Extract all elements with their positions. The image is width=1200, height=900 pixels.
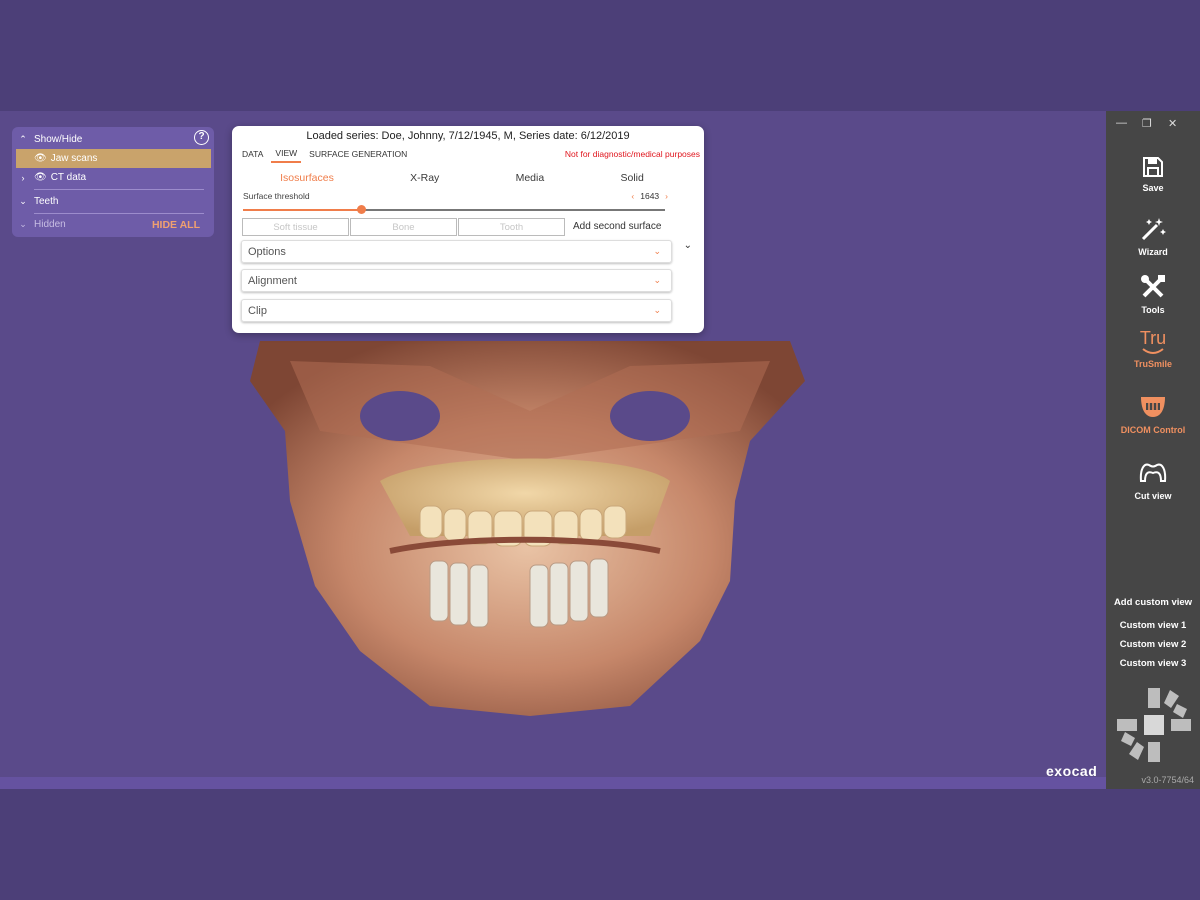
section-label: Clip xyxy=(248,304,267,317)
help-icon[interactable]: ? xyxy=(194,130,209,145)
cut-view-icon xyxy=(1139,463,1167,482)
trusmile-icon: Tru xyxy=(1137,329,1169,355)
bottom-strip xyxy=(0,777,1106,789)
sidebar-item-teeth[interactable]: ⌄ Teeth xyxy=(12,192,214,211)
tab-data[interactable]: DATA xyxy=(242,148,263,163)
add-custom-view-button[interactable]: Add custom view xyxy=(1106,597,1200,608)
tooth-button[interactable]: Tooth xyxy=(458,218,565,236)
minimize-icon[interactable]: — xyxy=(1116,117,1127,129)
sidebar-item-jaw-scans[interactable]: 👁 Jaw scans xyxy=(16,149,211,168)
section-label: Options xyxy=(248,245,286,258)
chevron-down-icon[interactable]: ⌄ xyxy=(12,219,34,230)
tool-label: Cut view xyxy=(1134,491,1172,501)
series-panel: Loaded series: Doe, Johnny, 7/12/1945, M… xyxy=(232,126,704,333)
slider-thumb[interactable] xyxy=(357,205,367,214)
clip-section[interactable]: Clip ⌄ xyxy=(241,299,672,322)
save-icon xyxy=(1143,157,1163,177)
custom-view-1[interactable]: Custom view 1 xyxy=(1106,620,1200,631)
3d-viewport[interactable] xyxy=(230,321,820,721)
tab-bar: DATA VIEW SURFACE GENERATION xyxy=(242,148,419,163)
tools-button[interactable]: Tools xyxy=(1106,273,1200,315)
tool-label: Tools xyxy=(1141,305,1165,315)
tools-icon xyxy=(1141,275,1165,298)
cut-view-button[interactable]: Cut view xyxy=(1106,459,1200,501)
wizard-button[interactable]: Wizard xyxy=(1106,215,1200,257)
section-label: Alignment xyxy=(248,274,297,287)
mode-solid[interactable]: Solid xyxy=(620,172,643,184)
chevron-down-icon: ⌄ xyxy=(653,275,661,285)
right-toolbar: — ❐ ✕ Save Wizard Tools Tru TruSmile DIC… xyxy=(1106,111,1200,789)
tool-label: DICOM Control xyxy=(1120,425,1186,435)
soft-tissue-button[interactable]: Soft tissue xyxy=(242,218,349,236)
eye-icon[interactable]: 👁 xyxy=(34,172,47,183)
save-button[interactable]: Save xyxy=(1106,155,1200,193)
threshold-slider[interactable] xyxy=(243,205,665,214)
tab-view[interactable]: VIEW xyxy=(271,148,302,163)
mode-x-ray[interactable]: X-Ray xyxy=(410,172,439,184)
surface-threshold-label: Surface threshold xyxy=(243,191,310,201)
show-hide-header[interactable]: ⌃ Show/Hide xyxy=(12,130,214,149)
chevron-right-icon[interactable]: › xyxy=(12,173,34,183)
tab-surface-generation[interactable]: SURFACE GENERATION xyxy=(309,148,407,163)
trusmile-button[interactable]: Tru TruSmile xyxy=(1106,329,1200,369)
hide-all-button[interactable]: HIDE ALL xyxy=(152,219,200,231)
chevron-down-icon[interactable]: ⌄ xyxy=(12,196,34,207)
chevron-up-icon: ⌃ xyxy=(19,134,27,144)
chevron-down-icon: ⌄ xyxy=(653,246,661,256)
custom-view-2[interactable]: Custom view 2 xyxy=(1106,639,1200,650)
dicom-icon xyxy=(1141,397,1165,417)
sidebar-item-ct-data[interactable]: › 👁 CT data xyxy=(12,168,214,187)
wizard-icon xyxy=(1141,218,1166,241)
show-hide-panel: ⌃ Show/Hide ? 👁 Jaw scans › 👁 CT data ⌄ … xyxy=(12,127,214,237)
sidebar-item-label: Hidden xyxy=(34,219,66,230)
chevron-right-icon[interactable]: › xyxy=(665,191,668,201)
sidebar-item-label: Jaw scans xyxy=(50,153,98,164)
add-second-surface-button[interactable]: Add second surface xyxy=(573,221,661,232)
jaw-model xyxy=(250,341,805,716)
custom-view-3[interactable]: Custom view 3 xyxy=(1106,658,1200,669)
sidebar-item-label: Teeth xyxy=(34,196,59,207)
bone-button[interactable]: Bone xyxy=(350,218,457,236)
tool-label: Save xyxy=(1142,183,1164,193)
chevron-left-icon[interactable]: ‹ xyxy=(631,191,634,201)
smile-icon xyxy=(1142,348,1164,354)
restore-icon[interactable]: ❐ xyxy=(1142,117,1152,130)
dicom-control-button[interactable]: DICOM Control xyxy=(1106,393,1200,435)
version-label: v3.0-7754/64 xyxy=(1141,775,1194,785)
show-hide-title: Show/Hide xyxy=(34,134,83,145)
series-title: Loaded series: Doe, Johnny, 7/12/1945, M… xyxy=(306,130,630,142)
chevron-down-icon[interactable]: ⌄ xyxy=(684,240,692,251)
app-window: ⌃ Show/Hide ? 👁 Jaw scans › 👁 CT data ⌄ … xyxy=(0,111,1200,789)
sidebar-item-label: CT data xyxy=(50,172,87,183)
tool-label: TruSmile xyxy=(1133,359,1172,369)
eye-icon[interactable]: 👁 xyxy=(34,153,47,164)
tool-label: Wizard xyxy=(1138,247,1168,257)
slider-fill xyxy=(243,209,362,211)
divider xyxy=(34,213,204,214)
mode-media[interactable]: Media xyxy=(516,172,545,184)
mode-isosurfaces[interactable]: Isosurfaces xyxy=(280,172,334,184)
disclaimer-text: Not for diagnostic/medical purposes xyxy=(564,149,700,159)
render-mode-selector: Isosurfaces X-Ray Media Solid xyxy=(242,172,682,184)
threshold-stepper: ‹ 1643 › xyxy=(631,191,668,201)
threshold-value: 1643 xyxy=(640,191,660,201)
chevron-down-icon: ⌄ xyxy=(653,305,661,315)
divider xyxy=(34,189,204,190)
options-section[interactable]: Options ⌄ xyxy=(241,240,672,263)
alignment-section[interactable]: Alignment ⌄ xyxy=(241,269,672,292)
close-icon[interactable]: ✕ xyxy=(1168,117,1177,130)
view-cube-icon[interactable] xyxy=(1115,686,1193,764)
trusmile-icon-text: Tru xyxy=(1139,328,1167,348)
